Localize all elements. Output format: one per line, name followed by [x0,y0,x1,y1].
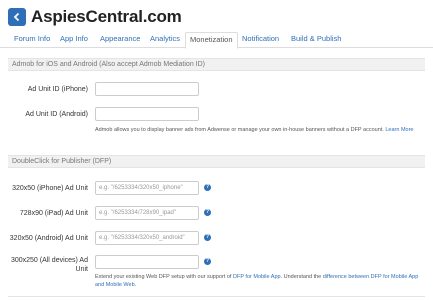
tab-bar: Forum Info App Info Appearance Analytics… [0,32,433,49]
tab-app-info[interactable]: App Info [56,32,92,48]
back-button[interactable] [8,8,26,26]
dfp-ipad-label: 728x90 (iPad) Ad Unit [19,210,88,217]
help-icon[interactable]: ? [204,258,211,265]
dfp-note-text: Extend your existing Web DFP setup with … [95,274,233,280]
app-header: AspiesCentral.com [8,6,182,28]
dfp-note-text: . Understand the [280,274,323,280]
ad-unit-android-label: Ad Unit ID (Android) [25,111,88,118]
learn-more-link[interactable]: Learn More [385,127,413,133]
tab-forum-info[interactable]: Forum Info [10,32,54,48]
section-divider [8,296,425,297]
help-icon[interactable]: ? [204,209,211,216]
chevron-left-icon [13,12,20,22]
help-icon[interactable]: ? [204,234,211,241]
dfp-ipad-input[interactable]: e.g. "/6253334/728x90_ipad" [95,206,199,220]
ad-unit-iphone-input[interactable] [95,82,199,96]
help-icon[interactable]: ? [204,184,211,191]
ad-unit-android-input[interactable] [95,107,199,121]
dfp-mobile-app-link[interactable]: DFP for Mobile App [233,274,281,280]
dfp-android-label: 320x50 (Android) Ad Unit [9,235,88,242]
ad-unit-iphone-label: Ad Unit ID (iPhone) [27,86,88,93]
admob-note: Admob allows you to display banner ads f… [95,126,425,134]
dfp-iphone-label: 320x50 (iPhone) Ad Unit [12,185,88,192]
dfp-all-devices-label: 300x250 (All devices) Ad Unit [10,257,88,273]
tab-monetization[interactable]: Monetization [185,32,238,49]
dfp-android-input[interactable]: e.g. "/6253334/320x50_android" [95,231,199,245]
tab-appearance[interactable]: Appearance [96,32,144,48]
app-title: AspiesCentral.com [31,7,182,26]
admob-section-header: Admob for iOS and Android (Also accept A… [8,58,425,71]
dfp-section-header: DoubleClick for Publisher (DFP) [8,155,425,168]
tab-build-publish[interactable]: Build & Publish [287,32,345,48]
dfp-note-text: . [134,282,137,288]
dfp-note: Extend your existing Web DFP setup with … [95,273,425,289]
admob-note-text: Admob allows you to display banner ads f… [95,127,386,133]
tab-analytics[interactable]: Analytics [146,32,184,48]
dfp-all-devices-input[interactable] [95,255,199,269]
tab-notification[interactable]: Notification [238,32,283,48]
dfp-iphone-input[interactable]: e.g. "/6253334/320x50_iphone" [95,181,199,195]
